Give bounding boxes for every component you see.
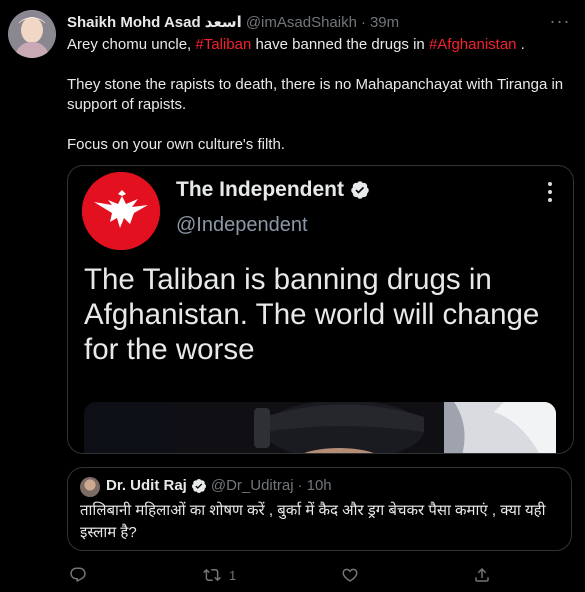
photo-illustration xyxy=(84,402,556,453)
hashtag-link[interactable]: #Taliban xyxy=(195,36,251,53)
quoted-tweet[interactable]: Dr. Udit Raj @Dr_Uditraj · 10h तालिबानी … xyxy=(67,467,572,551)
quoted-timestamp: 10h xyxy=(306,477,332,494)
author-name[interactable]: Shaikh Mohd Asad اسعد xyxy=(67,13,242,31)
like-button[interactable] xyxy=(341,565,359,585)
tweet-header: Shaikh Mohd Asad اسعد @imAsadShaikh · 39… xyxy=(67,12,575,32)
quoted-text: तालिबानी महिलाओं का शोषण करें , बुर्का म… xyxy=(80,502,546,541)
retweet-icon xyxy=(203,568,221,582)
more-vertical-icon xyxy=(545,182,555,206)
text-segment: Arey chomu uncle, xyxy=(67,36,196,53)
tweet-paragraph-1: Arey chomu uncle, #Taliban have banned t… xyxy=(67,35,572,55)
article-headline: The Taliban is banning drugs in Afghanis… xyxy=(84,263,540,366)
verified-icon xyxy=(191,478,206,493)
tweet[interactable]: Shaikh Mohd Asad اسعد @imAsadShaikh · 39… xyxy=(0,0,585,592)
verified-icon xyxy=(351,181,369,199)
source-name-text: The Independent xyxy=(176,178,344,201)
share-icon xyxy=(475,567,489,582)
text-segment: . xyxy=(516,36,525,53)
reply-button[interactable] xyxy=(69,565,87,585)
quoted-author-avatar xyxy=(80,477,100,497)
more-icon: ··· xyxy=(549,11,571,31)
text-segment: have banned the drugs in xyxy=(251,36,429,53)
article-photo xyxy=(84,402,556,453)
retweet-button[interactable]: 1 xyxy=(203,565,236,585)
independent-logo xyxy=(82,172,160,250)
reply-icon xyxy=(70,567,86,583)
source-name: The Independent xyxy=(176,178,370,202)
author-avatar[interactable] xyxy=(8,10,56,58)
author-handle[interactable]: @imAsadShaikh xyxy=(246,14,357,31)
quoted-author-handle: @Dr_Uditraj xyxy=(210,477,294,494)
separator-dot: · xyxy=(297,477,303,494)
separator-dot: · xyxy=(360,13,366,31)
quoted-header: Dr. Udit Raj @Dr_Uditraj · 10h xyxy=(106,477,332,494)
tweet-paragraph-2: They stone the rapists to death, there i… xyxy=(67,76,564,113)
more-options-button[interactable]: ··· xyxy=(549,10,571,32)
tweet-text: Arey chomu uncle, #Taliban have banned t… xyxy=(67,35,572,175)
tweet-actions: 1 xyxy=(67,565,572,585)
share-button[interactable] xyxy=(473,565,491,585)
tweet-paragraph-3: Focus on your own culture's filth. xyxy=(67,136,285,153)
retweet-count: 1 xyxy=(229,567,237,583)
quoted-author-name: Dr. Udit Raj xyxy=(106,477,187,494)
hashtag-link[interactable]: #Afghanistan xyxy=(429,36,517,53)
tweet-image[interactable]: The Independent @Independent The Taliban… xyxy=(67,165,574,454)
source-handle: @Independent xyxy=(176,214,308,236)
tweet-timestamp[interactable]: 39m xyxy=(370,14,399,31)
like-icon xyxy=(342,568,358,582)
